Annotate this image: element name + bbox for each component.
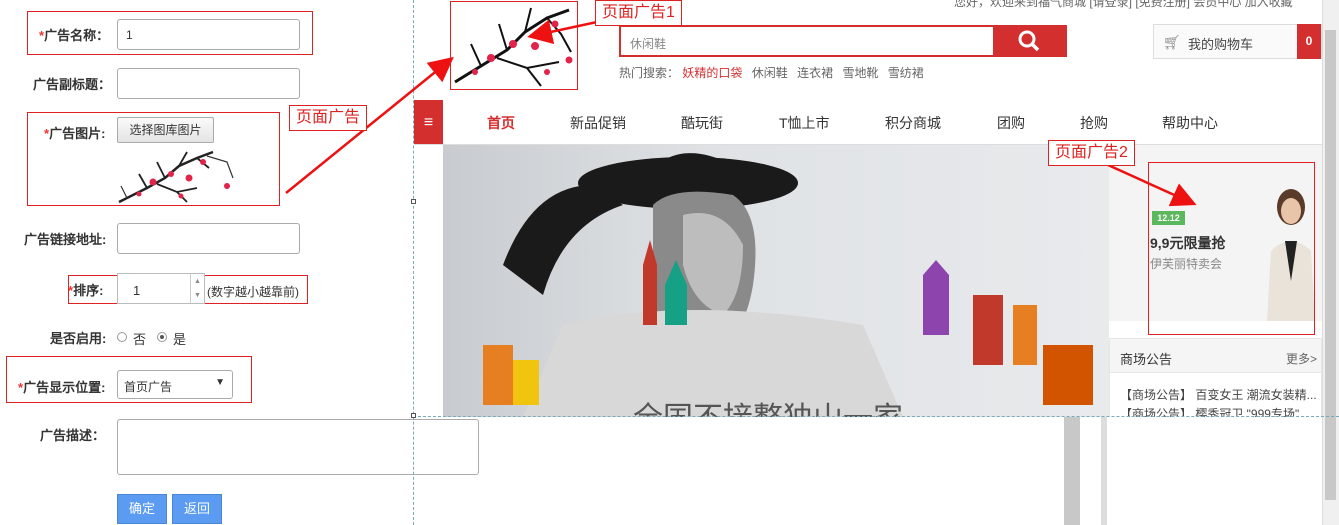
- position-value: 首页广告: [124, 380, 173, 394]
- category-menu-button[interactable]: ≡: [414, 100, 443, 145]
- lower-right-scroll[interactable]: [1101, 417, 1107, 525]
- notice-header: 商场公告 更多>: [1110, 339, 1321, 373]
- search-button[interactable]: [994, 25, 1067, 57]
- side-ad-highlight-box: [1148, 162, 1315, 335]
- nav-home[interactable]: 首页: [487, 113, 515, 133]
- callout-page-ad-1: 页面广告1: [595, 0, 682, 26]
- sort-label: *排序:: [68, 283, 104, 298]
- notice-title: 商场公告: [1120, 352, 1173, 367]
- hot-term[interactable]: 雪地靴: [842, 66, 878, 80]
- main-banner[interactable]: 全国不接整独山一家: [443, 145, 1109, 417]
- name-input[interactable]: 1: [117, 19, 300, 50]
- hot-search: 热门搜索： 妖精的口袋 休闲鞋 连衣裙 雪地靴 雪纺裙: [619, 64, 924, 81]
- selection-handle[interactable]: [411, 413, 416, 418]
- back-button[interactable]: 返回: [172, 494, 222, 524]
- lower-right-frame: [1064, 417, 1080, 525]
- banner-text: 全国不接整独山一家: [633, 393, 903, 417]
- cart-button[interactable]: 🛒︎ 我的购物车 0: [1153, 24, 1322, 59]
- hot-term[interactable]: 连衣裙: [797, 66, 833, 80]
- hot-term[interactable]: 雪纺裙: [888, 66, 924, 80]
- sort-value: 1: [133, 283, 141, 298]
- position-label: *广告显示位置:: [18, 380, 106, 395]
- enabled-yes-radio[interactable]: [157, 332, 167, 342]
- desc-textarea[interactable]: [117, 419, 479, 475]
- enabled-no-label: 否: [133, 332, 147, 347]
- selection-handle[interactable]: [411, 199, 416, 204]
- notice-board: 商场公告 更多> 【商场公告】 百变女王 潮流女装精... 【商场公告】 樱秀冠…: [1109, 338, 1322, 417]
- subtitle-input[interactable]: [117, 68, 300, 99]
- cart-label: 我的购物车: [1188, 37, 1254, 52]
- notice-more-link[interactable]: 更多>: [1286, 350, 1317, 367]
- link-label: 广告链接地址:: [24, 232, 107, 247]
- cart-icon: 🛒︎: [1163, 34, 1181, 50]
- nav-new-promo[interactable]: 新品促销: [570, 113, 626, 133]
- desc-label: 广告描述：: [40, 428, 106, 443]
- search-placeholder: 休闲鞋: [630, 37, 667, 51]
- subtitle-label: 广告副标题：: [33, 77, 112, 92]
- confirm-button[interactable]: 确定: [117, 494, 167, 524]
- hot-term[interactable]: 休闲鞋: [752, 66, 788, 80]
- sort-hint: (数字越小越靠前): [207, 285, 299, 299]
- notice-item[interactable]: 【商场公告】 百变女王 潮流女装精...: [1120, 386, 1317, 403]
- enabled-yes-label: 是: [173, 332, 187, 347]
- search-icon: [1018, 30, 1040, 52]
- image-label: *广告图片:: [44, 126, 106, 141]
- search-input[interactable]: 休闲鞋: [619, 25, 995, 57]
- nav-flash-sale[interactable]: 抢购: [1080, 113, 1108, 133]
- nav-cool-street[interactable]: 酷玩街: [681, 113, 723, 133]
- enabled-label: 是否启用:: [50, 331, 107, 346]
- link-input[interactable]: [117, 223, 300, 254]
- position-select[interactable]: 首页广告 ▼: [117, 370, 233, 399]
- site-logo: [450, 1, 578, 90]
- name-label: *广告名称：: [39, 28, 110, 43]
- page-scroll-thumb[interactable]: [1325, 30, 1336, 500]
- nav-tshirt[interactable]: T恤上市: [779, 113, 830, 133]
- ad-image-thumbnail: [117, 148, 235, 204]
- callout-page-ad-2: 页面广告2: [1048, 140, 1135, 166]
- stepper-down-icon[interactable]: ▼: [190, 289, 204, 303]
- enabled-no-radio[interactable]: [117, 332, 127, 342]
- hot-search-label: 热门搜索：: [619, 66, 680, 80]
- selection-guide-left: [413, 0, 414, 525]
- hot-term[interactable]: 妖精的口袋: [682, 66, 742, 80]
- selection-guide-bottom: [413, 416, 1339, 417]
- top-bar-text: 您好，欢迎来到福气商城 [请登录] [免费注册] 会员中心 加入收藏: [954, 0, 1293, 9]
- nav-group-buy[interactable]: 团购: [997, 113, 1025, 133]
- callout-page-ad: 页面广告: [289, 105, 368, 131]
- choose-image-button[interactable]: 选择图库图片: [117, 117, 214, 143]
- nav-points-mall[interactable]: 积分商城: [885, 113, 941, 133]
- sort-stepper[interactable]: 1 ▲ ▼: [117, 273, 205, 304]
- stepper-up-icon[interactable]: ▲: [190, 274, 204, 289]
- nav-help[interactable]: 帮助中心: [1162, 113, 1218, 133]
- cart-count: 0: [1297, 24, 1321, 59]
- chevron-down-icon: ▼: [215, 377, 225, 388]
